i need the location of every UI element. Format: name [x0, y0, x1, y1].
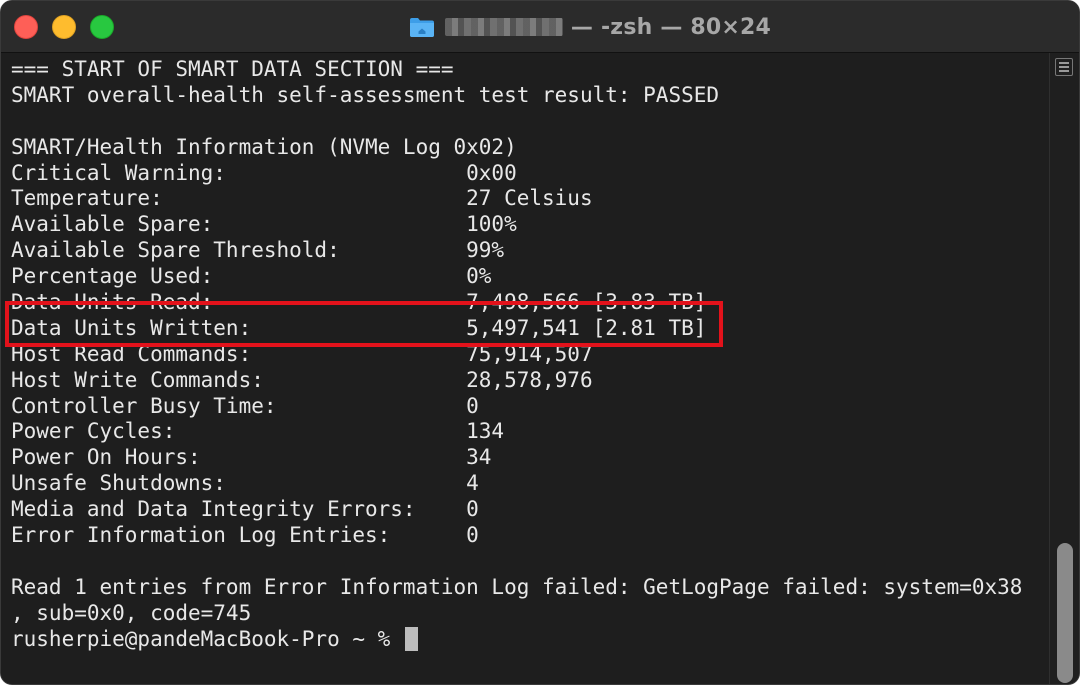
terminal-line: Percentage Used: 0%: [11, 264, 492, 289]
terminal-line: Read 1 entries from Error Information Lo…: [11, 574, 1023, 599]
terminal-line: , sub=0x0, code=745: [11, 600, 252, 625]
output-lines: === START OF SMART DATA SECTION === SMART…: [11, 57, 1022, 652]
highlight-annotation: [5, 301, 723, 347]
title-area: — -zsh — 80×24: [1, 1, 1079, 53]
folder-icon: [409, 18, 434, 37]
shell-prompt: rusherpie@pandeMacBook-Pro ~ %: [11, 626, 403, 651]
terminal-line: Power On Hours: 34: [11, 445, 492, 470]
scroll-thumb[interactable]: [1057, 543, 1073, 683]
title-bar[interactable]: — -zsh — 80×24: [1, 1, 1079, 53]
terminal-output[interactable]: === START OF SMART DATA SECTION === SMART…: [1, 53, 1051, 684]
terminal-line: Host Write Commands: 28,578,976: [11, 367, 593, 392]
prompt-line[interactable]: rusherpie@pandeMacBook-Pro ~ %: [11, 626, 1022, 653]
terminal-line: Available Spare: 100%: [11, 212, 517, 237]
blurred-username: [444, 18, 563, 36]
scroll-menu-button[interactable]: [1055, 58, 1073, 76]
terminal-line: === START OF SMART DATA SECTION ===: [11, 57, 454, 81]
terminal-line: Power Cycles: 134: [11, 419, 505, 444]
title-group: — -zsh — 80×24: [409, 15, 771, 40]
window-title: — -zsh — 80×24: [570, 14, 772, 40]
terminal-line: Error Information Log Entries: 0: [11, 523, 479, 548]
terminal-line: Temperature: 27 Celsius: [11, 186, 593, 211]
terminal-line: Available Spare Threshold: 99%: [11, 238, 505, 263]
terminal-line: Controller Busy Time: 0: [11, 393, 479, 418]
terminal-line: Media and Data Integrity Errors: 0: [11, 497, 479, 522]
terminal-window: — -zsh — 80×24 === START OF SMART DATA S…: [0, 0, 1080, 685]
scrollbar[interactable]: [1049, 53, 1079, 684]
terminal-line: SMART overall-health self-assessment tes…: [11, 82, 720, 107]
terminal-line: SMART/Health Information (NVMe Log 0x02): [11, 134, 517, 159]
terminal-line: Critical Warning: 0x00: [11, 160, 517, 185]
text-cursor: [404, 626, 418, 651]
terminal-line: Unsafe Shutdowns: 4: [11, 471, 479, 496]
